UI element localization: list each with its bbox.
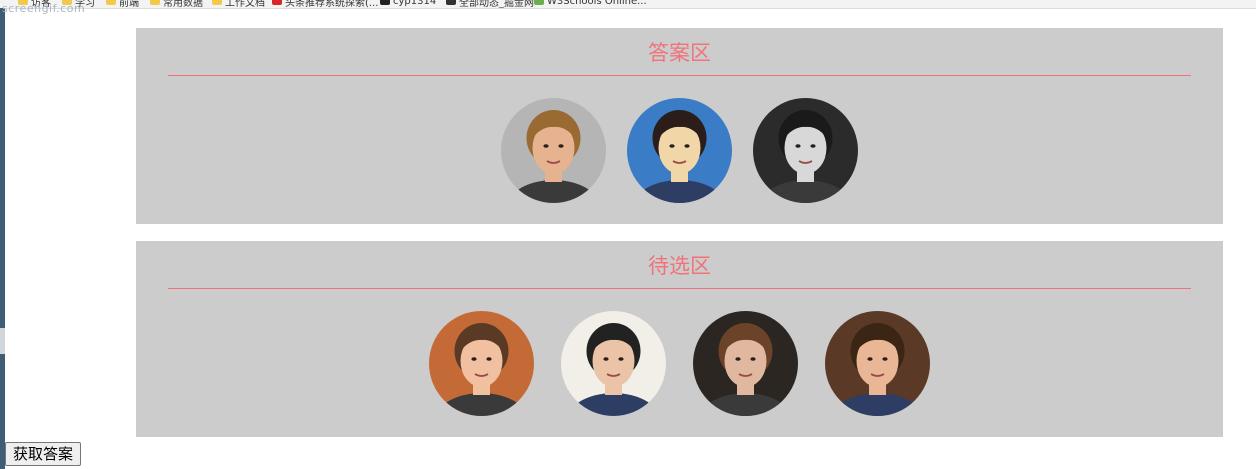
folder-icon — [212, 0, 222, 5]
pending-avatar-woman-curly-hair[interactable] — [825, 311, 930, 416]
bookmark-item[interactable]: W3Schools Online... — [534, 0, 647, 7]
answer-area-avatar-list — [136, 98, 1223, 204]
bookmark-bar: 访客 学习 前端 常用数据 工作文档 头条推荐系统探索(... cyp1314 全部动态_掘金… — [0, 0, 1256, 9]
answer-area-title: 答案区 — [648, 41, 711, 65]
portrait-image — [561, 311, 666, 416]
pending-avatar-man-sunglasses[interactable] — [429, 311, 534, 416]
answer-area-panel[interactable]: 答案区 — [136, 28, 1223, 224]
bookmark-item[interactable]: cyp1314 — [380, 0, 436, 7]
portrait-image — [753, 98, 858, 203]
get-answer-button[interactable]: 获取答案 — [5, 442, 82, 466]
pending-area-avatar-list — [136, 311, 1223, 417]
bookmark-label: 常用数据 — [163, 0, 203, 9]
w3schools-icon — [534, 0, 544, 5]
bookmark-item[interactable]: 常用数据 — [150, 0, 203, 9]
weibo-icon — [272, 0, 282, 5]
answer-avatar-woman-short-blonde-hair[interactable] — [501, 98, 606, 203]
portrait-image — [627, 98, 732, 203]
answer-area-divider — [168, 75, 1191, 76]
bookmark-label: W3Schools Online... — [547, 0, 647, 7]
bookmark-item[interactable]: 前端 — [106, 0, 139, 9]
watermark-text: screengif.com — [2, 2, 86, 15]
juejin-icon — [446, 0, 456, 5]
portrait-image — [693, 311, 798, 416]
bookmark-label: 前端 — [119, 0, 139, 9]
portrait-image — [429, 311, 534, 416]
bookmark-label: 全部动态_掘金网 — [459, 0, 534, 9]
portrait-image — [501, 98, 606, 203]
pending-area-title: 待选区 — [648, 254, 711, 278]
answer-avatar-illustrated-woman-bangs[interactable] — [627, 98, 732, 203]
portrait-image — [825, 311, 930, 416]
github-icon — [380, 0, 390, 5]
folder-icon — [150, 0, 160, 5]
bookmark-label: cyp1314 — [393, 0, 437, 7]
pending-avatar-woman-straight-hair[interactable] — [693, 311, 798, 416]
bookmark-label: 头条推荐系统探索(... — [285, 0, 379, 9]
window-edge-notch — [0, 328, 5, 354]
answer-avatar-bald-man-monochrome[interactable] — [753, 98, 858, 203]
folder-icon — [106, 0, 116, 5]
bookmark-item[interactable]: 头条推荐系统探索(... — [272, 0, 379, 9]
bookmark-label: 工作文档 — [225, 0, 265, 9]
pending-area-divider — [168, 288, 1191, 289]
bookmark-item[interactable]: 工作文档 — [212, 0, 265, 9]
left-window-edge — [0, 8, 5, 469]
pending-avatar-man-pirate-hat-mustache[interactable] — [561, 311, 666, 416]
pending-area-panel[interactable]: 待选区 — [136, 241, 1223, 437]
bookmark-item[interactable]: 全部动态_掘金网 — [446, 0, 534, 9]
